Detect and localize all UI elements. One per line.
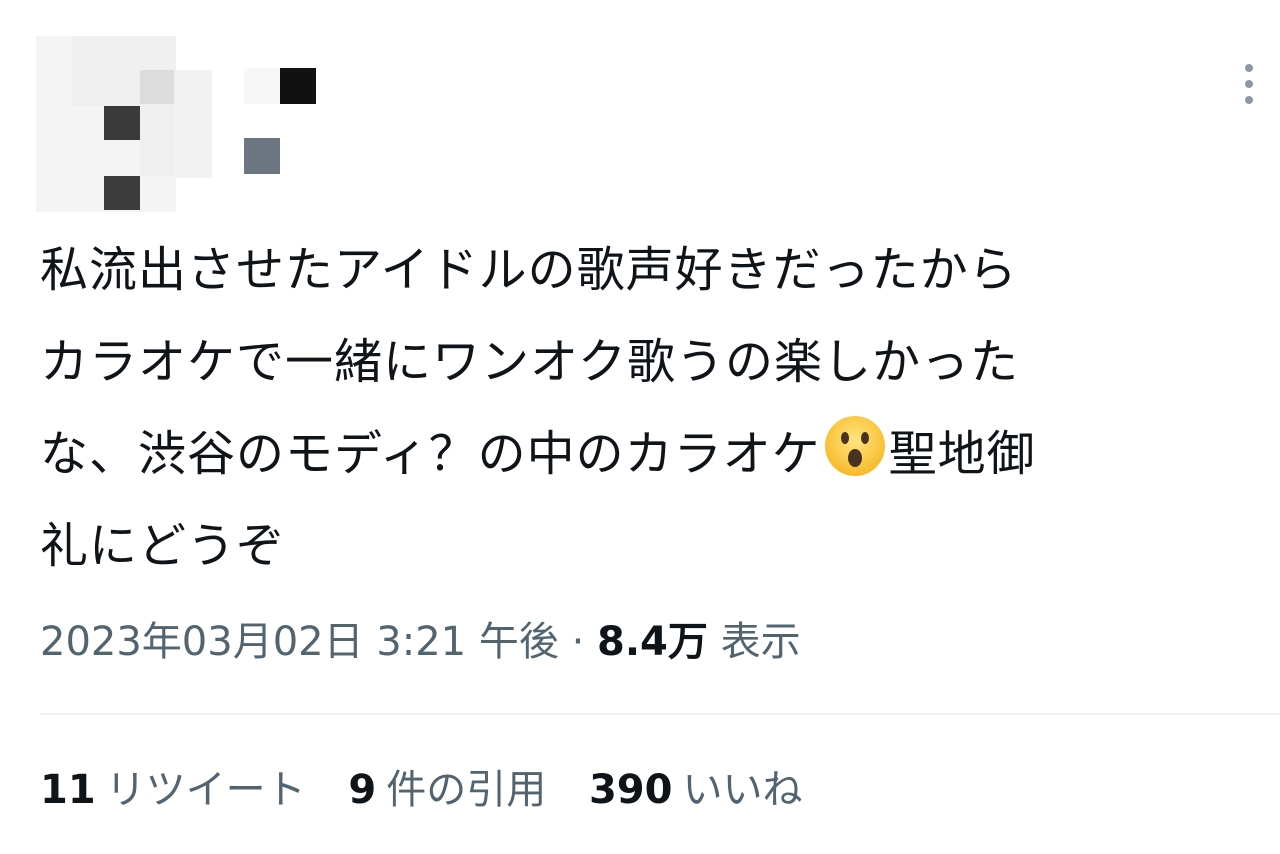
avatar-pixel	[104, 106, 140, 140]
engagement-stats: 11 リツイート 9 件の引用 390 いいね	[40, 760, 832, 820]
avatar-pixel	[140, 70, 174, 104]
tweet-line-3: な、渋谷のモディ？の中のカラオケ 聖地御	[40, 408, 1260, 500]
quotes-label: 件の引用	[386, 767, 547, 813]
retweets-label: リツイート	[105, 767, 306, 813]
meta-separator: ·	[571, 619, 585, 665]
likes-label: いいね	[682, 767, 803, 813]
avatar[interactable]	[36, 36, 212, 212]
hushed-face-emoji	[824, 416, 885, 476]
avatar-pixel	[176, 70, 212, 178]
timestamp-link[interactable]: 2023年03月02日 3:21 午後	[40, 619, 559, 665]
tweet-text: 私流出させたアイドルの歌声好きだったから カラオケで一緒にワンオク歌うの楽しかっ…	[40, 224, 1260, 592]
tweet-line-4: 礼にどうぞ	[40, 518, 286, 574]
likes-count: 390	[588, 767, 673, 813]
views-label: 表示	[720, 619, 801, 665]
avatar-pixel	[104, 176, 140, 210]
author-name-censored[interactable]	[244, 68, 316, 176]
views-count: 8.4万	[597, 619, 708, 665]
handle-pixel	[244, 138, 280, 174]
tweet-line-3-text: な、渋谷のモディ？の中のカラオケ	[40, 426, 821, 482]
more-vertical-icon	[1245, 64, 1253, 104]
more-options-button[interactable]	[1240, 62, 1258, 106]
likes-stat[interactable]: 390 いいね	[589, 760, 803, 820]
tweet-line-2: カラオケで一緒にワンオク歌うの楽しかった	[40, 334, 1020, 390]
quotes-count: 9	[348, 767, 377, 813]
tweet-line-1: 私流出させたアイドルの歌声好きだったから	[40, 242, 1018, 298]
quotes-stat[interactable]: 9 件の引用	[348, 760, 546, 820]
avatar-pixel	[140, 106, 174, 176]
tweet-meta: 2023年03月02日 3:21 午後 · 8.4万 表示	[40, 612, 801, 672]
name-pixel	[280, 68, 316, 104]
retweets-stat[interactable]: 11 リツイート	[40, 760, 306, 820]
name-pixel	[244, 68, 280, 104]
divider	[40, 713, 1280, 715]
retweets-count: 11	[40, 767, 96, 813]
tweet-line-3-after-emoji: 聖地御	[888, 426, 1036, 482]
